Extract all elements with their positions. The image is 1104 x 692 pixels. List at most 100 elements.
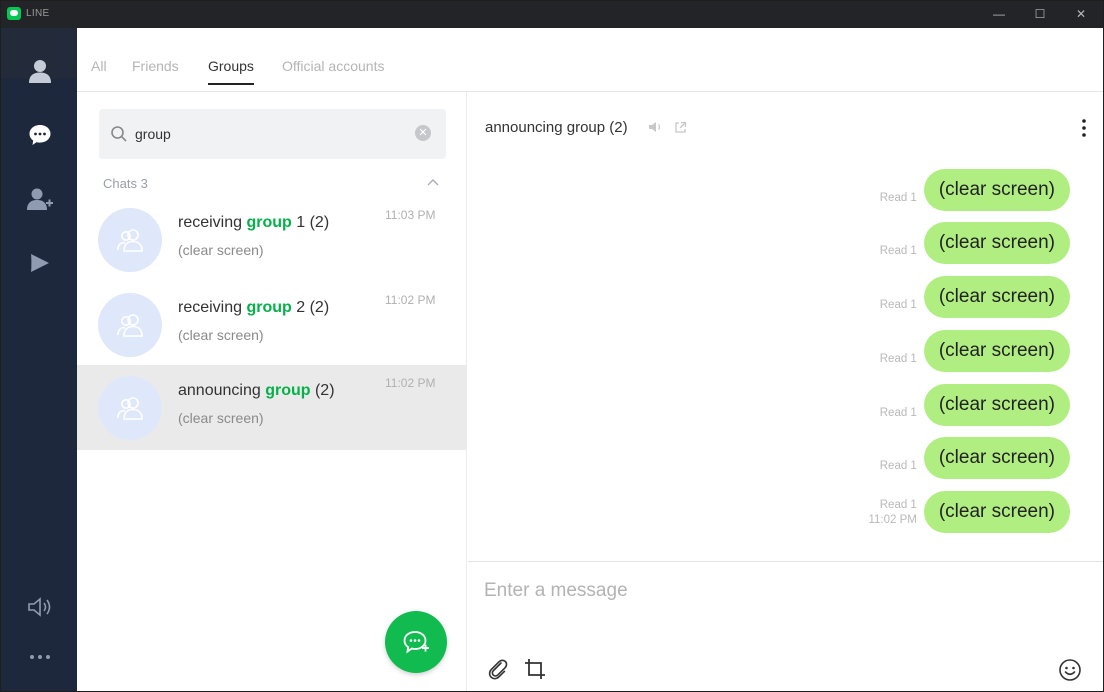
message-meta: Read 1 [880,406,917,421]
crop-icon[interactable] [524,658,546,680]
message-row: Read 1 (clear screen) [880,328,1070,372]
play-icon [31,254,49,272]
chats-section-label: Chats 3 [103,176,148,191]
message-bubble[interactable]: (clear screen) [923,491,1070,533]
message-bubble[interactable]: (clear screen) [923,276,1070,318]
read-receipt: Read 1 [879,460,917,472]
message-meta: Read 1 11:02 PM [868,498,916,528]
message-meta: Read 1 [880,459,917,474]
message-row: Read 1 (clear screen) [880,167,1070,211]
tab-all[interactable]: All [91,58,107,74]
chat-name-prefix: receiving [178,299,247,316]
chat-name-match: group [246,299,292,316]
more-dots-icon [30,655,50,659]
message-row: Read 1 (clear screen) [880,435,1070,479]
tab-official-accounts[interactable]: Official accounts [282,58,384,74]
chat-name-match: group [265,382,311,399]
message-meta: Read 1 [880,244,917,259]
tab-groups[interactable]: Groups [208,58,254,85]
search-input[interactable] [135,124,405,144]
conversation-pane: announcing group (2) Read 1 (clear screen… [468,92,1103,691]
add-friends-nav-button[interactable] [23,182,57,216]
chat-name: announcing group (2) [178,382,335,400]
chat-name-suffix: 2 (2) [291,299,330,316]
chat-preview: (clear screen) [178,327,264,343]
conversation-header: announcing group (2) [468,92,1103,150]
read-receipt: Read 1 [879,192,917,204]
group-avatar [98,376,162,440]
left-nav-rail [1,28,77,691]
chat-name-match: group [246,214,292,231]
message-row: Read 1 (clear screen) [880,382,1070,426]
close-button[interactable]: ✕ [1061,1,1101,28]
read-receipt: Read 1 [879,499,917,511]
person-icon [29,60,51,83]
timeline-nav-button[interactable] [23,246,57,280]
chat-list-pane: ✕ Chats 3 receiving group 1 (2) (clear sc… [77,92,467,691]
emoji-icon[interactable] [1058,658,1082,682]
line-logo-icon [7,7,21,20]
sound-button[interactable] [23,590,57,624]
message-composer [468,561,1103,691]
chat-preview: (clear screen) [178,410,264,426]
chat-list-item[interactable]: receiving group 1 (2) (clear screen) 11:03… [77,197,466,282]
chat-time: 11:03 PM [385,208,436,222]
read-receipt: Read 1 [879,407,917,419]
window-title: LINE [26,8,50,19]
message-bubble[interactable]: (clear screen) [923,169,1070,211]
chat-list-item[interactable]: receiving group 2 (2) (clear screen) 11:02… [77,282,466,367]
new-chat-icon [403,631,429,654]
message-meta: Read 1 [880,298,917,313]
search-box: ✕ [99,109,446,159]
line-app-window: LINE — ☐ ✕ All Friends Groups Official a… [0,0,1104,692]
message-time: 11:02 PM [868,514,917,526]
chats-nav-button[interactable] [23,118,57,152]
friends-nav-button[interactable] [23,54,57,88]
chat-name-suffix: 1 (2) [291,214,330,231]
message-bubble[interactable]: (clear screen) [923,437,1070,479]
more-button[interactable] [23,640,57,674]
filter-tabs: All Friends Groups Official accounts [77,28,1103,92]
chevron-up-icon[interactable] [427,178,439,186]
message-bubble[interactable]: (clear screen) [923,384,1070,426]
group-avatar [98,293,162,357]
paperclip-icon[interactable] [487,658,509,680]
tab-friends[interactable]: Friends [132,58,179,74]
minimize-button[interactable]: — [979,1,1019,28]
message-input[interactable] [484,576,1084,606]
conversation-title: announcing group (2) [485,119,628,136]
add-person-icon [27,188,53,210]
group-icon [117,397,143,420]
read-receipt: Read 1 [879,353,917,365]
chat-preview: (clear screen) [178,242,264,258]
group-icon [117,229,143,252]
message-row: Read 1 (clear screen) [880,274,1070,318]
open-window-icon[interactable] [674,121,687,134]
chat-name-prefix: receiving [178,214,247,231]
chat-name: receiving group 1 (2) [178,214,329,232]
chat-list-item[interactable]: announcing group (2) (clear screen) 11:02 … [77,365,466,450]
maximize-button[interactable]: ☐ [1020,1,1060,28]
chat-name-prefix: announcing [178,382,266,399]
title-bar: LINE — ☐ ✕ [1,1,1103,28]
message-meta: Read 1 [880,191,917,206]
new-chat-button[interactable] [385,611,447,673]
chat-time: 11:02 PM [385,376,436,390]
more-vertical-icon[interactable] [1078,118,1090,138]
group-avatar [98,208,162,272]
chat-name: receiving group 2 (2) [178,299,329,317]
message-meta: Read 1 [880,352,917,367]
message-row: Read 1 (clear screen) [880,220,1070,264]
message-bubble[interactable]: (clear screen) [923,330,1070,372]
read-receipt: Read 1 [879,245,917,257]
clear-search-icon[interactable]: ✕ [415,125,431,141]
read-receipt: Read 1 [879,299,917,311]
chat-name-suffix: (2) [310,382,335,399]
chat-bubble-icon [29,125,51,145]
search-icon [111,126,127,142]
message-bubble[interactable]: (clear screen) [923,222,1070,264]
message-row: Read 1 11:02 PM (clear screen) [868,489,1070,533]
speaker-icon [28,597,51,617]
announcement-speaker-icon [649,122,661,132]
group-icon [117,314,143,337]
